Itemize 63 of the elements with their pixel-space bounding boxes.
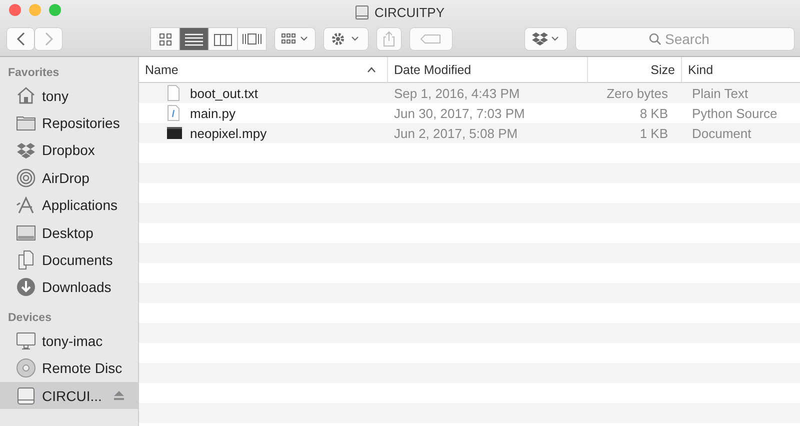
table-cell-text: 1 KB: [638, 126, 669, 140]
share-icon: [383, 31, 395, 47]
sidebar-item[interactable]: tony-imac: [0, 327, 138, 355]
disc-icon: [16, 358, 36, 378]
list-view-button[interactable]: [180, 28, 208, 50]
sidebar-item[interactable]: Repositories: [0, 109, 138, 137]
columns-view-button[interactable]: [209, 28, 237, 50]
search-field[interactable]: Search: [576, 28, 794, 50]
drive-icon: [355, 5, 370, 20]
monitor-icon: [16, 330, 36, 351]
chevron-left-icon: [16, 32, 26, 46]
file-name[interactable]: boot_out.txt: [190, 86, 258, 100]
sidebar-item[interactable]: Downloads: [0, 274, 138, 302]
icons-view-icon: [158, 32, 172, 46]
table-cell-text: Document: [691, 126, 752, 140]
table-cell-text: Plain Text: [691, 86, 750, 100]
apps-icon: [16, 195, 36, 216]
sidebar-item[interactable]: Documents: [0, 246, 138, 274]
file-name[interactable]: neopixel.mpy: [190, 126, 267, 140]
house-icon: [16, 86, 36, 106]
coverflow-view-button[interactable]: [238, 28, 266, 50]
sidebar-item[interactable]: Remote Disc: [0, 354, 138, 382]
back-button[interactable]: [7, 28, 34, 50]
action-button[interactable]: [324, 28, 368, 50]
sidebar-item[interactable]: Applications: [0, 192, 138, 219]
sidebar-item[interactable]: tony: [0, 82, 138, 110]
list-view-icon: [185, 32, 203, 46]
close-button[interactable]: [9, 4, 21, 16]
column-header[interactable]: Kind: [682, 57, 800, 82]
dropbox-button[interactable]: [525, 28, 567, 50]
column-header[interactable]: Date Modified: [388, 57, 588, 82]
file-name[interactable]: main.py: [190, 106, 236, 120]
tag-icon: [420, 34, 442, 44]
section-heading: Devices: [7, 311, 52, 326]
sidebar-item[interactable]: AirDrop: [0, 164, 138, 192]
columns-view-icon: [214, 32, 232, 46]
sidebar-item[interactable]: Dropbox: [0, 136, 138, 164]
table-cell-text: Jun 30, 2017, 7:03 PM: [393, 106, 526, 120]
table-cell-text: Zero bytes: [606, 86, 669, 100]
drive-icon: [16, 386, 36, 406]
airdrop-icon: [16, 168, 36, 188]
arrange-button[interactable]: [275, 28, 315, 50]
icons-view-button[interactable]: [151, 28, 179, 50]
column-header[interactable]: Name: [139, 57, 388, 82]
terminal-icon: [167, 125, 182, 141]
dropbox-icon: [16, 140, 36, 160]
script-icon: [167, 105, 182, 121]
desktop-icon: [16, 222, 36, 243]
column-header[interactable]: Size: [588, 57, 682, 82]
chevron-right-icon: [44, 32, 54, 46]
table-cell-text: Sep 1, 2016, 4:43 PM: [393, 86, 521, 100]
window-title: CIRCUITPY: [374, 5, 445, 20]
sidebar-item[interactable]: Desktop: [0, 218, 138, 246]
table-cell-text: 8 KB: [638, 106, 669, 120]
download-icon: [16, 277, 36, 298]
section-heading: Favorites: [7, 66, 60, 81]
dropbox-dropdown-icon: [531, 31, 561, 47]
coverflow-view-icon: [242, 32, 262, 46]
grid-dropdown-icon: [281, 33, 309, 45]
table-cell-text: Jun 2, 2017, 5:08 PM: [393, 126, 519, 140]
documents-icon: [16, 250, 36, 270]
table-cell-text: Python Source: [691, 106, 778, 120]
sidebar-item[interactable]: CIRCUI...: [0, 382, 138, 410]
